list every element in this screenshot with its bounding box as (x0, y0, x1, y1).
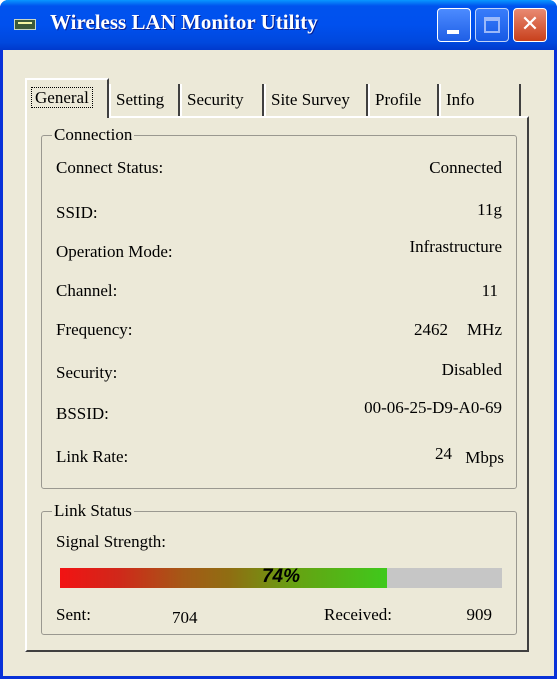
tab-general[interactable]: General (25, 78, 109, 118)
app-window: Wireless LAN Monitor Utility ✕ General S… (0, 0, 557, 679)
link-rate-label: Link Rate: (56, 447, 129, 466)
signal-strength-percent: 74% (261, 566, 301, 587)
close-button[interactable]: ✕ (513, 8, 547, 42)
link-status-group-label: Link Status (52, 501, 134, 521)
connect-status-value: Connected (429, 158, 502, 177)
channel-value: 11 (481, 281, 498, 300)
signal-strength-bar: 74% (60, 566, 502, 588)
link-rate-value: 24 (435, 444, 452, 463)
security-value: Disabled (441, 360, 502, 379)
sent-value: 704 (172, 608, 198, 627)
frequency-value: 2462 (414, 320, 448, 339)
connection-group: Connection Connect Status: Connected SSI… (41, 125, 517, 489)
ssid-value: 11g (477, 200, 502, 219)
ssid-label: SSID: (56, 203, 98, 222)
tab-security[interactable]: Security (180, 84, 264, 116)
signal-strength-label: Signal Strength: (56, 532, 167, 551)
operation-mode-value: Infrastructure (409, 237, 502, 256)
window-title: Wireless LAN Monitor Utility (50, 10, 318, 34)
received-value: 909 (466, 605, 493, 624)
close-icon: ✕ (520, 12, 540, 37)
security-label: Security: (56, 363, 118, 382)
link-status-group: Link Status Signal Strength: 74% Sent: 7… (41, 501, 517, 635)
bssid-label: BSSID: (56, 404, 109, 423)
title-bar[interactable]: Wireless LAN Monitor Utility ✕ (0, 0, 557, 50)
tab-label: Info (446, 90, 475, 109)
frequency-unit: MHz (467, 320, 502, 339)
link-rate-unit: Mbps (465, 448, 504, 467)
tab-strip: General Setting Security Site Survey Pro… (25, 78, 525, 118)
operation-mode-label: Operation Mode: (56, 242, 173, 261)
tab-label: Site Survey (271, 90, 350, 109)
minimize-button[interactable] (437, 8, 471, 42)
tab-setting[interactable]: Setting (109, 84, 180, 116)
general-tab-panel: Connection Connect Status: Connected SSI… (25, 116, 529, 652)
tab-info[interactable]: Info (439, 84, 521, 116)
tab-site-survey[interactable]: Site Survey (264, 84, 368, 116)
maximize-icon (484, 17, 500, 33)
connection-group-label: Connection (52, 125, 135, 145)
sent-label: Sent: (56, 605, 91, 624)
bssid-value: 00-06-25-D9-A0-69 (364, 398, 502, 417)
minimize-icon (447, 30, 459, 34)
frequency-label: Frequency: (56, 320, 133, 339)
received-label: Received: (324, 605, 392, 624)
tab-profile[interactable]: Profile (368, 84, 439, 116)
tab-label: General (31, 87, 93, 108)
connect-status-label: Connect Status: (56, 158, 164, 177)
tab-label: Security (187, 90, 244, 109)
network-card-icon (14, 19, 36, 30)
tab-label: Setting (116, 90, 165, 109)
tab-label: Profile (375, 90, 422, 109)
channel-label: Channel: (56, 281, 118, 300)
maximize-button[interactable] (475, 8, 509, 42)
